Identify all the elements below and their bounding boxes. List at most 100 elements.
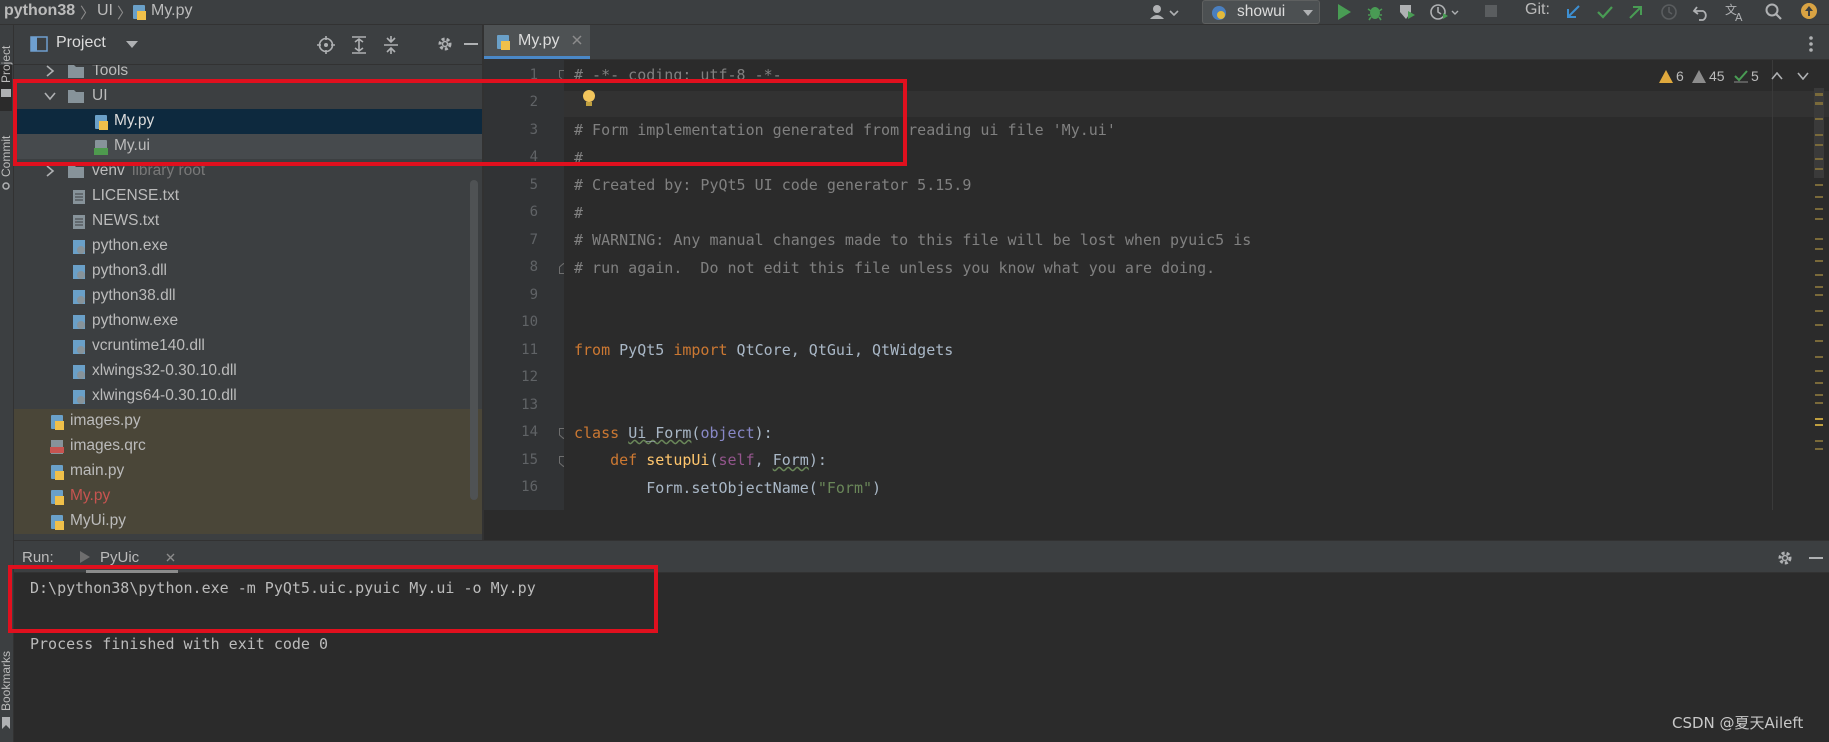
close-icon[interactable] bbox=[166, 553, 175, 562]
tab-label: My.py bbox=[518, 32, 560, 49]
project-stripe-button[interactable]: Project bbox=[0, 46, 13, 83]
tree-item-myui-py[interactable]: MyUi.py bbox=[14, 509, 482, 534]
code-line: def setupUi(self, Form): bbox=[610, 451, 827, 469]
line-number: 12 bbox=[521, 369, 538, 385]
breadcrumb-file[interactable]: My.py bbox=[151, 2, 192, 20]
update-available-icon[interactable] bbox=[1800, 2, 1818, 22]
line-number: 10 bbox=[521, 314, 538, 330]
run-icon[interactable] bbox=[1336, 3, 1352, 21]
chevron-up-icon[interactable] bbox=[1771, 72, 1783, 80]
tree-item-vcruntime-dll[interactable]: vcruntime140.dll bbox=[14, 334, 482, 359]
editor-tab-bar: My.py bbox=[484, 25, 1829, 60]
tree-item-my-py-root[interactable]: My.py bbox=[14, 484, 482, 509]
search-icon[interactable] bbox=[1765, 3, 1783, 21]
qrc-file-icon bbox=[50, 439, 64, 455]
minimize-icon[interactable] bbox=[464, 43, 478, 47]
breadcrumb-separator: 〉 bbox=[80, 5, 96, 22]
stop-icon[interactable] bbox=[1484, 4, 1498, 18]
git-update-icon[interactable] bbox=[1564, 3, 1582, 21]
editor-error-stripe[interactable] bbox=[1814, 88, 1824, 508]
run-config-selector[interactable]: showui bbox=[1202, 0, 1320, 24]
coverage-icon[interactable] bbox=[1398, 3, 1416, 21]
tree-item-xlwings32-dll[interactable]: xlwings32-0.30.10.dll bbox=[14, 359, 482, 384]
code-line: # WARNING: Any manual changes made to th… bbox=[574, 231, 1252, 249]
tree-item-python3-dll[interactable]: python3.dll bbox=[14, 259, 482, 284]
code-line: Form.setObjectName("Form") bbox=[646, 479, 882, 497]
warning-count: 6 bbox=[1676, 68, 1684, 84]
user-icon[interactable] bbox=[1148, 3, 1182, 21]
history-icon[interactable] bbox=[1660, 3, 1678, 21]
git-label: Git: bbox=[1525, 1, 1550, 18]
chevron-right-icon[interactable] bbox=[44, 165, 56, 177]
highlight-box-files bbox=[13, 79, 907, 166]
console-result: Process finished with exit code 0 bbox=[30, 635, 329, 653]
tab-my-py[interactable]: My.py bbox=[484, 25, 590, 59]
text-file-icon bbox=[72, 214, 86, 230]
rollback-icon[interactable] bbox=[1692, 3, 1710, 21]
chevron-down-icon[interactable] bbox=[126, 41, 138, 49]
chevron-down-icon[interactable] bbox=[1797, 72, 1809, 80]
python-file-icon bbox=[50, 489, 64, 505]
breadcrumb-separator: 〉 bbox=[117, 5, 133, 22]
python-file-icon bbox=[50, 464, 64, 480]
line-number: 5 bbox=[529, 177, 538, 193]
tool-window-stripe: Project Commit Bookmarks bbox=[0, 25, 14, 742]
folder-icon bbox=[68, 65, 84, 80]
profile-icon[interactable] bbox=[1430, 3, 1460, 21]
chevron-right-icon[interactable] bbox=[44, 65, 56, 77]
tree-item-images-qrc[interactable]: images.qrc bbox=[14, 434, 482, 459]
dll-file-icon bbox=[72, 364, 86, 380]
line-number: 7 bbox=[529, 232, 538, 248]
translate-icon[interactable]: 文A bbox=[1725, 2, 1747, 22]
code-line: from PyQt5 import QtCore, QtGui, QtWidge… bbox=[574, 341, 954, 359]
python-icon bbox=[1211, 5, 1227, 21]
expand-all-icon[interactable] bbox=[350, 36, 368, 54]
folder-icon bbox=[68, 164, 84, 180]
minimize-icon[interactable] bbox=[1809, 557, 1823, 561]
locate-file-icon[interactable] bbox=[317, 36, 335, 54]
collapse-all-icon[interactable] bbox=[382, 36, 400, 54]
svg-text:A: A bbox=[1735, 11, 1743, 22]
tree-scrollbar[interactable] bbox=[470, 180, 478, 500]
gear-icon[interactable] bbox=[436, 35, 454, 53]
tree-item-xlwings64-dll[interactable]: xlwings64-0.30.10.dll bbox=[14, 384, 482, 409]
bookmark-icon bbox=[1, 717, 11, 729]
exe-file-icon bbox=[72, 314, 86, 330]
code-line: # Created by: PyQt5 UI code generator 5.… bbox=[574, 176, 972, 194]
text-file-icon bbox=[72, 189, 86, 205]
line-number: 15 bbox=[521, 452, 538, 468]
run-config-label: showui bbox=[1237, 3, 1286, 20]
line-number: 6 bbox=[529, 204, 538, 220]
gear-icon[interactable] bbox=[1776, 549, 1794, 567]
tree-item-pythonw-exe[interactable]: pythonw.exe bbox=[14, 309, 482, 334]
tree-item-python-exe[interactable]: python.exe bbox=[14, 234, 482, 259]
breadcrumb-project[interactable]: python38 bbox=[4, 2, 75, 20]
project-panel-title[interactable]: Project bbox=[56, 34, 106, 52]
right-margin-guide bbox=[1772, 60, 1773, 510]
project-panel-header: Project bbox=[14, 25, 482, 65]
python-file-icon bbox=[50, 414, 64, 430]
warning-icon bbox=[1659, 70, 1673, 83]
weak-warning-icon bbox=[1692, 70, 1706, 83]
git-push-icon[interactable] bbox=[1627, 3, 1645, 21]
bookmarks-stripe-button[interactable]: Bookmarks bbox=[0, 651, 13, 711]
code-line: # bbox=[574, 204, 584, 222]
dll-file-icon bbox=[72, 289, 86, 305]
commit-stripe-button[interactable]: Commit bbox=[0, 136, 13, 177]
tree-item-main-py[interactable]: main.py bbox=[14, 459, 482, 484]
breadcrumb-folder[interactable]: UI bbox=[97, 2, 113, 20]
tree-item-images-py[interactable]: images.py bbox=[14, 409, 482, 434]
run-tab-label: PyUic bbox=[100, 549, 140, 566]
tree-item-license[interactable]: LICENSE.txt bbox=[14, 184, 482, 209]
more-vertical-icon[interactable] bbox=[1808, 35, 1814, 53]
run-config-icon bbox=[80, 551, 90, 563]
line-number: 16 bbox=[521, 479, 538, 495]
run-label: Run: bbox=[22, 549, 54, 566]
tree-item-python38-dll[interactable]: python38.dll bbox=[14, 284, 482, 309]
close-icon[interactable] bbox=[572, 35, 582, 45]
code-line: # run again. Do not edit this file unles… bbox=[574, 259, 1216, 277]
git-commit-icon[interactable] bbox=[1596, 3, 1614, 21]
commit-icon bbox=[1, 181, 11, 191]
debug-icon[interactable] bbox=[1366, 3, 1384, 21]
tree-item-news[interactable]: NEWS.txt bbox=[14, 209, 482, 234]
